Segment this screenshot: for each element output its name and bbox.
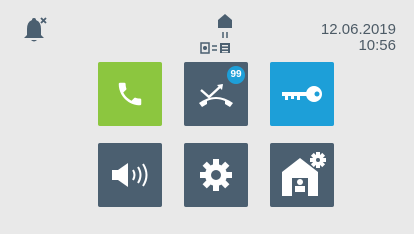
door-open-button[interactable] xyxy=(270,62,334,126)
building-gear-icon xyxy=(278,152,326,198)
volume-button[interactable] xyxy=(98,143,162,207)
building-settings-button[interactable] xyxy=(270,143,334,207)
call-button[interactable] xyxy=(98,62,162,126)
settings-button[interactable] xyxy=(184,143,248,207)
intercom-screen: 12.06.2019 10:56 99 xyxy=(0,0,414,234)
time-text: 10:56 xyxy=(358,37,396,54)
bell-muted-icon[interactable] xyxy=(22,16,48,44)
date-text: 12.06.2019 xyxy=(320,21,396,38)
phone-icon xyxy=(115,79,145,109)
date-time: 12.06.2019 10:56 xyxy=(321,22,396,54)
missed-call-icon xyxy=(197,79,235,109)
key-icon xyxy=(279,82,325,106)
building-link-icon xyxy=(195,12,245,56)
speaker-icon xyxy=(108,160,152,190)
gear-icon xyxy=(198,157,234,193)
missed-calls-button[interactable]: 99 xyxy=(184,62,248,126)
missed-calls-count-badge: 99 xyxy=(227,66,245,84)
